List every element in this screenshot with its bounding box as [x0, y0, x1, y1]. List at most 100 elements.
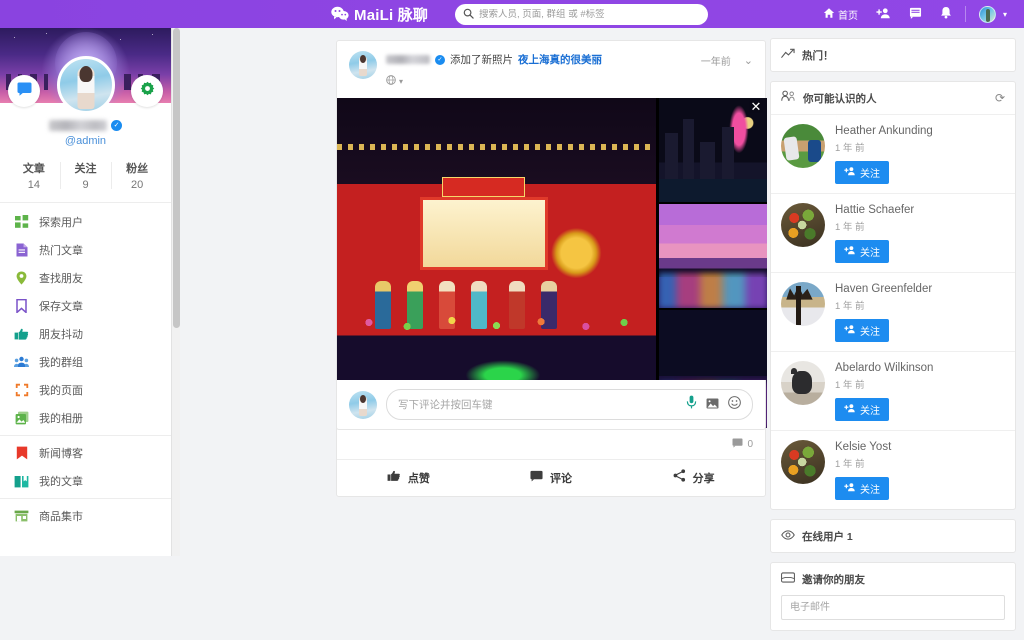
chat-bubble-icon: [17, 82, 32, 101]
trending-card[interactable]: 热门！: [770, 38, 1016, 72]
settings-button[interactable]: [131, 75, 163, 107]
nav-messages[interactable]: [900, 0, 931, 28]
lantern-sign: [442, 177, 526, 197]
sidebar-item-find-friends[interactable]: 查找朋友: [0, 264, 171, 292]
star: [14, 37, 15, 38]
chevron-down-icon[interactable]: ⌄: [744, 54, 753, 67]
sidebar-item-my-pages[interactable]: 我的页面: [0, 376, 171, 404]
invite-header: 邀请你的朋友: [771, 563, 1015, 595]
like-button[interactable]: 点赞: [337, 469, 480, 487]
stat-label: 文章: [22, 163, 45, 175]
follow-button[interactable]: 关注: [835, 398, 889, 421]
follow-button[interactable]: 关注: [835, 240, 889, 263]
left-sidebar: ✓ @admin 文章 14 关注 9 粉丝 20 探索用户 热门文章 查找朋友…: [0, 28, 171, 556]
person-info: Haven Greenfelder 1 年 前 关注: [835, 282, 1005, 342]
home-icon: [823, 7, 835, 22]
person-name[interactable]: Kelsie Yost: [835, 441, 1005, 453]
invite-email-input[interactable]: [781, 595, 1005, 620]
person-name[interactable]: Heather Ankunding: [835, 125, 1005, 137]
search-box[interactable]: [455, 4, 708, 25]
nav-notifications[interactable]: [931, 0, 961, 28]
post-author-avatar[interactable]: [349, 51, 377, 79]
sidebar-item-label: 探索用户: [39, 217, 83, 229]
image-icon[interactable]: [706, 396, 719, 414]
comment-button[interactable]: 评论: [480, 469, 623, 487]
avatar[interactable]: [781, 440, 825, 484]
profile-avatar[interactable]: [56, 56, 115, 114]
stat-value: 14: [27, 179, 40, 191]
emoji-icon[interactable]: [728, 395, 741, 414]
person-info: Kelsie Yost 1 年 前 关注: [835, 440, 1005, 500]
nav-home[interactable]: 首页: [814, 0, 867, 28]
search-input[interactable]: [479, 9, 700, 20]
profile-stats: 文章 14 关注 9 粉丝 20: [0, 160, 171, 202]
photo-content: [659, 204, 767, 308]
person-time: 1 年 前: [835, 301, 865, 312]
news-book-icon: [14, 446, 29, 461]
top-header-bar: MaiLi 脉聊 首页: [0, 0, 1024, 28]
sidebar-item-popular-articles[interactable]: 热门文章: [0, 236, 171, 264]
nav-add-friend[interactable]: [867, 0, 900, 28]
shanghai-skyline-photo-2[interactable]: [659, 204, 767, 308]
stat-posts[interactable]: 文章 14: [8, 160, 60, 191]
sidebar-item-my-articles[interactable]: 我的文章: [0, 467, 171, 495]
sidebar-item-my-albums[interactable]: 我的相册: [0, 404, 171, 432]
suggestions-card: 你可能认识的人 ⟳ Heather Ankunding 1 年 前 关注 Hat…: [770, 81, 1016, 510]
comment-input[interactable]: [398, 398, 677, 411]
post-subject-link[interactable]: 夜上海真的很美丽: [518, 52, 602, 67]
avatar[interactable]: [781, 124, 825, 168]
avatar[interactable]: [781, 361, 825, 405]
follow-button[interactable]: 关注: [835, 477, 889, 500]
account-menu[interactable]: ▾: [970, 0, 1016, 28]
sidebar-menu: 探索用户 热门文章 查找朋友 保存文章 朋友抖动 我的群组 我的页面 我的相册 …: [0, 202, 171, 533]
refresh-icon[interactable]: ⟳: [995, 91, 1005, 105]
globe-icon: [386, 72, 396, 90]
post-author-name-masked[interactable]: [386, 55, 430, 64]
comment-input-wrapper[interactable]: [386, 389, 753, 420]
lantern-festival-photo[interactable]: [337, 98, 656, 428]
invite-friends-card: 邀请你的朋友: [770, 562, 1016, 631]
follow-button[interactable]: 关注: [835, 319, 889, 342]
chat-button[interactable]: [8, 75, 40, 107]
verified-badge-icon: ✓: [111, 120, 122, 131]
post-title-line: ✓ 添加了新照片 夜上海真的很美丽: [386, 52, 701, 67]
sidebar-item-friend-pokes[interactable]: 朋友抖动: [0, 320, 171, 348]
building: [700, 141, 716, 180]
post-action-bar: 点赞 评论 分享: [337, 460, 765, 496]
sidebar-item-saved-articles[interactable]: 保存文章: [0, 292, 171, 320]
nav-divider: [964, 6, 966, 22]
stat-followers[interactable]: 粉丝 20: [111, 160, 163, 191]
person-name[interactable]: Abelardo Wilkinson: [835, 362, 1005, 374]
map-pin-icon: [14, 271, 29, 286]
post-privacy-row[interactable]: ▾: [386, 72, 701, 90]
main-feed: ✓ 添加了新照片 夜上海真的很美丽 ▾ 一年前 ⌄ ✕ 0 点赞 评论 分享 写…: [180, 28, 768, 556]
profile-handle[interactable]: @admin: [0, 135, 171, 147]
avatar[interactable]: [781, 203, 825, 247]
stat-following[interactable]: 关注 9: [59, 160, 112, 191]
online-users-card[interactable]: 在线用户 1: [770, 519, 1016, 553]
microphone-icon[interactable]: [686, 395, 697, 414]
water-reflection: [659, 272, 767, 308]
photo-content: [337, 98, 656, 428]
sidebar-item-my-groups[interactable]: 我的群组: [0, 348, 171, 376]
follow-button[interactable]: 关注: [835, 161, 889, 184]
sidebar-item-marketplace[interactable]: 商品集市: [0, 502, 171, 530]
share-button[interactable]: 分享: [622, 469, 765, 487]
bell-icon: [940, 6, 952, 22]
person-time: 1 年 前: [835, 143, 865, 154]
person-name[interactable]: Haven Greenfelder: [835, 283, 1005, 295]
sidebar-item-explore-users[interactable]: 探索用户: [0, 208, 171, 236]
add-friend-icon: [876, 7, 891, 22]
star: [46, 33, 47, 34]
brand-logo[interactable]: MaiLi 脉聊: [331, 0, 428, 28]
person-name[interactable]: Hattie Schaefer: [835, 204, 1005, 216]
page-scrollbar[interactable]: [171, 28, 180, 556]
caret-down-icon: ▾: [399, 76, 404, 86]
invite-title: 邀请你的朋友: [802, 573, 865, 586]
scrollbar-thumb[interactable]: [173, 28, 180, 328]
avatar[interactable]: [781, 282, 825, 326]
close-x-icon[interactable]: ✕: [750, 100, 762, 113]
sidebar-item-news-blog[interactable]: 新闻博客: [0, 439, 171, 467]
list-item: Heather Ankunding 1 年 前 关注: [771, 114, 1015, 193]
avatar-hair: [360, 55, 366, 64]
